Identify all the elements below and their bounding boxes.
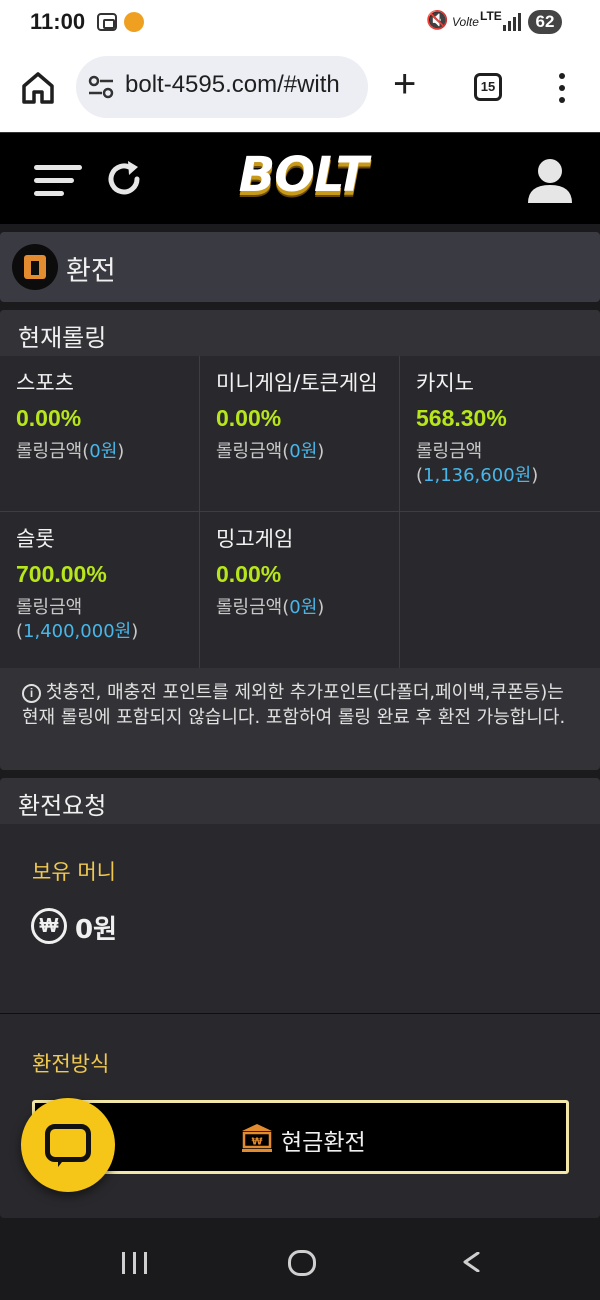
holding-money-value: 0원	[75, 915, 118, 945]
site-logo[interactable]: BOLT	[228, 147, 378, 209]
logo-text: BOLT	[238, 147, 369, 203]
won-coin-icon: ₩	[31, 908, 67, 944]
home-icon[interactable]	[20, 70, 56, 106]
rolling-item-minigame: 미니게임/토큰게임 0.00% 롤링금액(0원)	[200, 356, 400, 512]
url-text: bolt-4595.com/#with	[125, 71, 340, 98]
rolling-notice: i 첫충전, 매충전 포인트를 제외한 추가포인트(다폴더,페이백,쿠폰등)는 현…	[0, 668, 600, 770]
rolling-item-pct: 0.00%	[216, 561, 282, 587]
rolling-item-casino: 카지노 568.30% 롤링금액 (1,136,600원)	[400, 356, 600, 512]
chat-button[interactable]	[21, 1098, 115, 1192]
rolling-item-pct: 0.00%	[216, 405, 282, 431]
rolling-item-pct: 700.00%	[16, 561, 107, 587]
recent-apps-icon[interactable]	[122, 1252, 148, 1274]
rolling-item-amount: 롤링금액(0원)	[216, 441, 325, 462]
hamburger-menu-icon[interactable]	[34, 161, 82, 201]
nav-home-icon[interactable]	[288, 1250, 316, 1276]
app-notification-icon	[124, 12, 144, 32]
browser-toolbar: bolt-4595.com/#with + 15	[0, 44, 600, 132]
screenshot-icon	[97, 13, 117, 31]
tab-switcher-button[interactable]: 15	[474, 73, 502, 101]
exchange-method-label: 환전방식	[32, 1052, 110, 1076]
rolling-item-slot: 슬롯 700.00% 롤링금액 (1,400,000원)	[0, 512, 200, 668]
rolling-item-pct: 568.30%	[416, 405, 507, 431]
page-title: 환전	[66, 256, 116, 287]
new-tab-icon[interactable]: +	[393, 64, 416, 104]
rolling-item-name: 슬롯	[16, 527, 55, 551]
user-icon[interactable]	[526, 157, 574, 205]
refresh-icon[interactable]	[104, 159, 144, 199]
exchange-icon	[12, 244, 58, 290]
page-title-bar: 환전	[0, 232, 600, 302]
holding-money-box: 보유 머니 ₩ 0원	[0, 824, 600, 1014]
site-header: BOLT	[0, 132, 600, 224]
status-bar: 11:00 🔇 Volte LTE 62	[0, 0, 600, 44]
back-icon[interactable]	[462, 1252, 480, 1272]
bank-icon: ₩	[242, 1124, 272, 1152]
more-options-icon[interactable]	[558, 73, 566, 103]
address-bar[interactable]: bolt-4595.com/#with	[76, 56, 368, 118]
rolling-item-name: 스포츠	[16, 371, 74, 395]
rolling-item-pct: 0.00%	[16, 405, 82, 431]
rolling-item-amount: 롤링금액 (1,400,000원)	[16, 597, 139, 642]
svg-text:₩: ₩	[251, 1137, 262, 1148]
signal-icon	[503, 13, 521, 31]
rolling-item-amount: 롤링금액(0원)	[216, 597, 325, 618]
rolling-item-mingo: 밍고게임 0.00% 롤링금액(0원)	[200, 512, 400, 668]
site-settings-icon[interactable]	[88, 75, 114, 99]
volte-icon: Volte	[452, 15, 479, 29]
current-rolling-section: 현재롤링 스포츠 0.00% 롤링금액(0원) 미니게임/토큰게임 0.00% …	[0, 310, 600, 770]
rolling-item-amount: 롤링금액 (1,136,600원)	[416, 441, 539, 486]
info-icon: i	[22, 684, 41, 703]
rolling-item-amount: 롤링금액(0원)	[16, 441, 125, 462]
holding-money-label: 보유 머니	[32, 860, 116, 884]
cash-exchange-label: 현금환전	[281, 1130, 366, 1156]
system-nav-bar	[0, 1218, 600, 1300]
mute-icon: 🔇	[426, 10, 449, 31]
status-time: 11:00	[30, 9, 86, 34]
exchange-request-header: 환전요청	[0, 778, 600, 824]
rolling-item-name: 미니게임/토큰게임	[216, 371, 378, 395]
rolling-item-name: 밍고게임	[216, 527, 294, 551]
rolling-item-sports: 스포츠 0.00% 롤링금액(0원)	[0, 356, 200, 512]
rolling-notice-text: 첫충전, 매충전 포인트를 제외한 추가포인트(다폴더,페이백,쿠폰등)는 현재…	[22, 682, 566, 728]
lte-icon: LTE	[480, 9, 502, 23]
chat-icon	[45, 1124, 91, 1167]
battery-icon: 62	[528, 10, 562, 34]
current-rolling-header: 현재롤링	[0, 310, 600, 356]
rolling-item-name: 카지노	[416, 371, 474, 395]
